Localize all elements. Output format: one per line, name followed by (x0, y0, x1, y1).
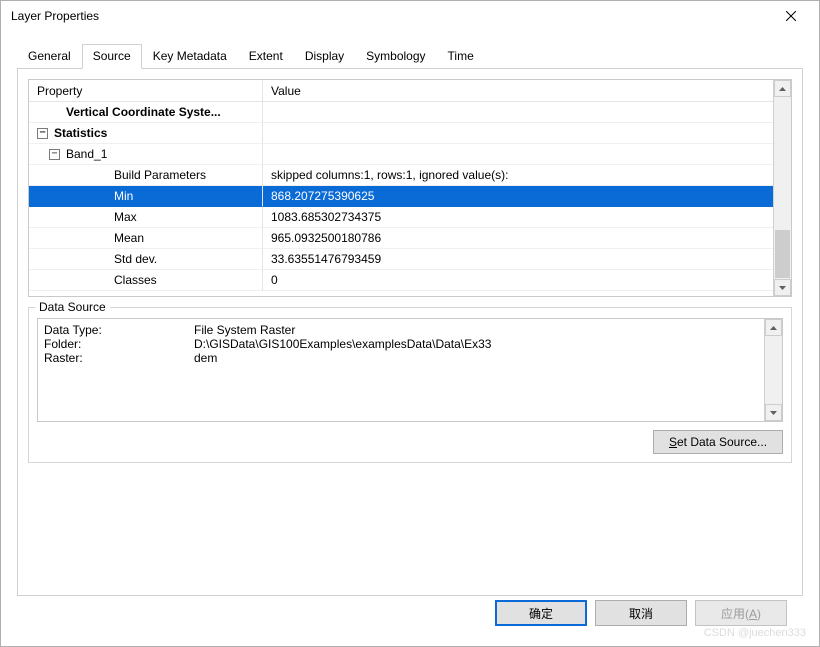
ds-scroll-up[interactable] (765, 319, 782, 336)
grid-cell-property: Mean (29, 228, 263, 249)
grid-cell-value: 965.0932500180786 (263, 228, 773, 249)
grid-property-name: Mean (114, 231, 144, 245)
scroll-down-button[interactable] (774, 279, 791, 296)
data-source-row: Raster:dem (44, 351, 758, 365)
grid-property-name: Std dev. (114, 252, 157, 266)
grid-row[interactable]: Vertical Coordinate Syste... (29, 102, 773, 123)
scroll-up-button[interactable] (774, 80, 791, 97)
data-source-box: Data Type:File System RasterFolder:D:\GI… (37, 318, 783, 422)
grid-cell-value (263, 144, 773, 165)
data-source-button-row: Set Data Source... (37, 430, 783, 454)
chevron-down-icon (770, 411, 777, 415)
data-source-text: Data Type:File System RasterFolder:D:\GI… (38, 319, 765, 421)
grid-header-property: Property (29, 80, 263, 101)
grid-row[interactable]: Max 1083.685302734375 (29, 207, 773, 228)
grid-header-value: Value (263, 84, 773, 98)
grid-cell-property: −Band_1 (29, 144, 263, 165)
close-button[interactable] (771, 2, 811, 30)
data-source-key: Data Type: (44, 323, 194, 337)
tab-time[interactable]: Time (437, 44, 485, 69)
ds-scroll-down[interactable] (765, 404, 782, 421)
grid-cell-value: 33.63551476793459 (263, 249, 773, 270)
data-source-key: Folder: (44, 337, 194, 351)
chevron-up-icon (779, 87, 786, 91)
property-grid: Property Value Vertical Coordinate Syste… (28, 79, 792, 297)
spacer (28, 473, 792, 585)
grid-row[interactable]: −Statistics (29, 123, 773, 144)
grid-cell-property: Vertical Coordinate Syste... (29, 102, 263, 123)
tab-extent[interactable]: Extent (238, 44, 294, 69)
dialog-button-row: 确定 取消 应用(A) (17, 596, 803, 640)
tab-source[interactable]: Source (82, 44, 142, 69)
grid-row[interactable]: Classes 0 (29, 270, 773, 291)
grid-cell-property: Std dev. (29, 249, 263, 270)
grid-property-name: Statistics (54, 126, 107, 140)
grid-cell-value (263, 102, 773, 123)
titlebar: Layer Properties (1, 1, 819, 31)
grid-cell-value: skipped columns:1, rows:1, ignored value… (263, 165, 773, 186)
grid-cell-value (263, 123, 773, 144)
data-source-value: dem (194, 351, 217, 365)
grid-cell-value: 0 (263, 270, 773, 291)
tab-general[interactable]: General (17, 44, 82, 69)
tab-symbology[interactable]: Symbology (355, 44, 436, 69)
grid-row[interactable]: Std dev. 33.63551476793459 (29, 249, 773, 270)
grid-row[interactable]: Build Parameters skipped columns:1, rows:… (29, 165, 773, 186)
grid-property-name: Band_1 (66, 147, 107, 161)
set-data-source-button[interactable]: Set Data Source... (653, 430, 783, 454)
ds-scrollbar[interactable] (765, 319, 782, 421)
chevron-down-icon (779, 286, 786, 290)
grid-cell-property: Max (29, 207, 263, 228)
grid-cell-property: Min (29, 186, 263, 207)
data-source-row: Folder:D:\GISData\GIS100Examples\example… (44, 337, 758, 351)
data-source-fieldset: Data Source Data Type:File System Raster… (28, 307, 792, 463)
grid-cell-property: Build Parameters (29, 165, 263, 186)
collapse-icon[interactable]: − (37, 128, 48, 139)
data-source-row: Data Type:File System Raster (44, 323, 758, 337)
grid-header: Property Value (29, 80, 773, 102)
grid-cell-value: 1083.685302734375 (263, 207, 773, 228)
grid-cell-property: −Statistics (29, 123, 263, 144)
data-source-value: File System Raster (194, 323, 295, 337)
grid-cell-value: 868.207275390625 (263, 186, 773, 207)
ds-scroll-track[interactable] (765, 336, 782, 404)
grid-property-name: Classes (114, 273, 157, 287)
data-source-legend: Data Source (35, 300, 110, 314)
ok-button[interactable]: 确定 (495, 600, 587, 626)
chevron-up-icon (770, 326, 777, 330)
tab-body: Property Value Vertical Coordinate Syste… (17, 69, 803, 596)
cancel-button[interactable]: 取消 (595, 600, 687, 626)
grid-property-name: Build Parameters (114, 168, 206, 182)
tab-bar: General Source Key Metadata Extent Displ… (17, 43, 803, 69)
grid-property-name: Min (114, 189, 133, 203)
data-source-value: D:\GISData\GIS100Examples\examplesData\D… (194, 337, 491, 351)
data-source-key: Raster: (44, 351, 194, 365)
collapse-icon[interactable]: − (49, 149, 60, 160)
grid-property-name: Max (114, 210, 137, 224)
window-title: Layer Properties (11, 9, 99, 23)
tab-display[interactable]: Display (294, 44, 355, 69)
dialog-window: Layer Properties General Source Key Meta… (0, 0, 820, 647)
grid-row[interactable]: Mean 965.0932500180786 (29, 228, 773, 249)
apply-button: 应用(A) (695, 600, 787, 626)
grid-row[interactable]: −Band_1 (29, 144, 773, 165)
grid-property-name: Vertical Coordinate Syste... (66, 105, 221, 119)
grid-scrollbar[interactable] (774, 80, 791, 296)
dialog-content: General Source Key Metadata Extent Displ… (1, 31, 819, 646)
grid-cell-property: Classes (29, 270, 263, 291)
scroll-thumb[interactable] (775, 230, 790, 278)
tab-key-metadata[interactable]: Key Metadata (142, 44, 238, 69)
grid-rows: Vertical Coordinate Syste...−Statistics−… (29, 102, 773, 291)
scroll-track-top[interactable] (774, 97, 791, 229)
close-icon (786, 11, 796, 21)
grid-row[interactable]: Min 868.207275390625 (29, 186, 773, 207)
property-grid-inner: Property Value Vertical Coordinate Syste… (29, 80, 774, 296)
